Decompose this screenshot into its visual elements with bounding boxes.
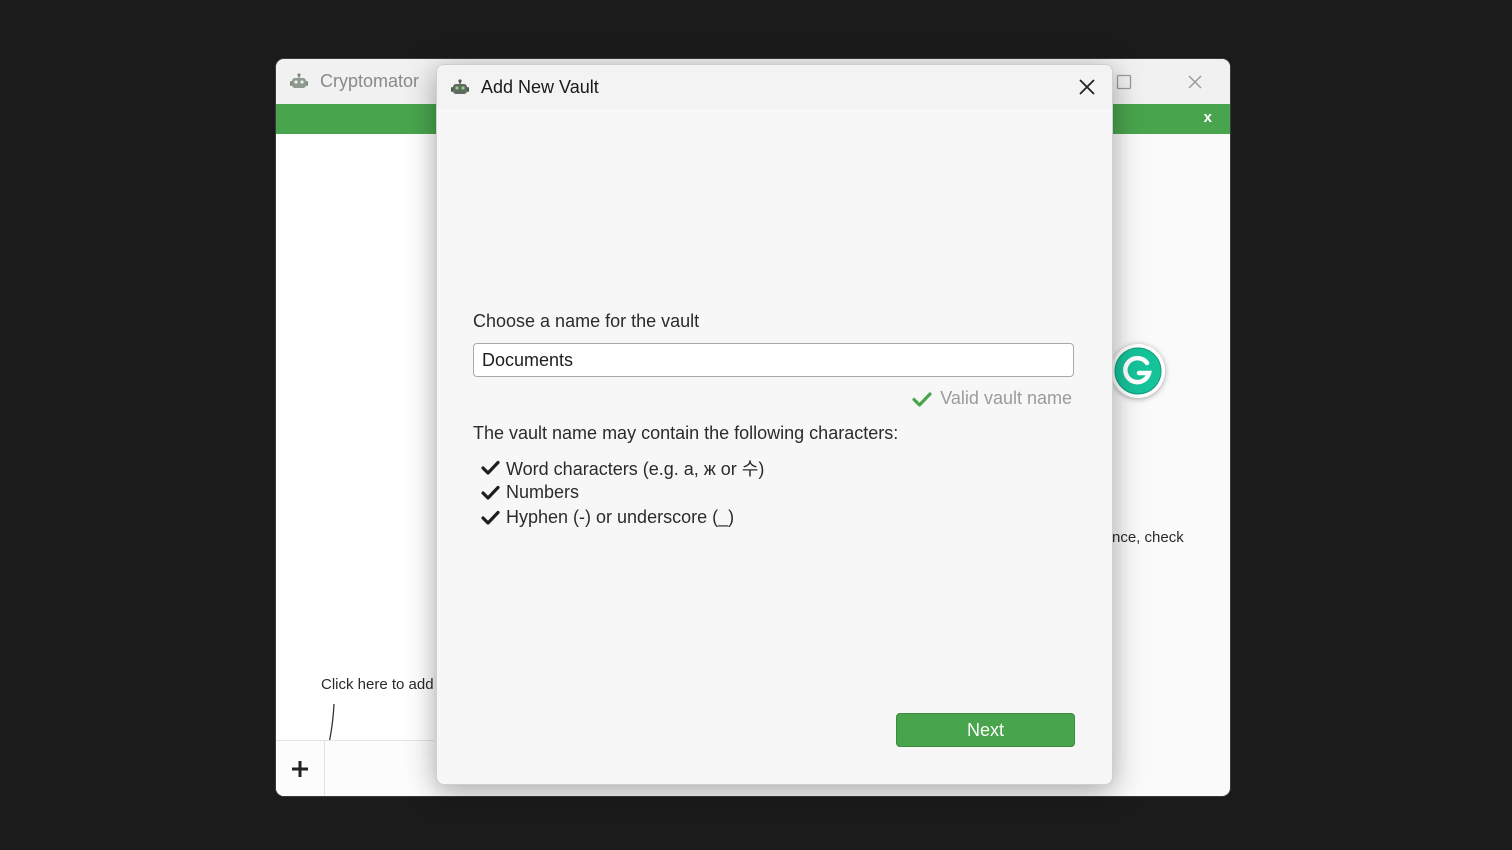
validation-text: Valid vault name [940, 388, 1072, 408]
next-button[interactable]: Next [896, 713, 1075, 747]
dialog-close-button[interactable] [1072, 72, 1102, 102]
sidebar-toolbar [276, 740, 434, 796]
banner-close-button[interactable]: x [1204, 109, 1212, 126]
check-icon [481, 485, 500, 500]
add-vault-button[interactable] [276, 741, 325, 796]
rules-intro: The vault name may contain the following… [473, 423, 899, 443]
grammarly-button[interactable] [1111, 344, 1165, 398]
close-icon [1188, 75, 1202, 89]
rule-text: Word characters (e.g. a, ж or 수) [506, 458, 765, 479]
main-close-button[interactable] [1180, 67, 1210, 97]
vault-name-input[interactable] [473, 343, 1074, 377]
vault-name-label: Choose a name for the vault [473, 311, 700, 331]
grammarly-icon [1114, 347, 1162, 395]
add-vault-dialog: Add New Vault Choose a name for the vaul… [436, 64, 1113, 785]
welcome-text-fragment: nce, check [1112, 529, 1184, 546]
add-vault-hint: Click here to add [321, 676, 434, 693]
rule-text: Hyphen (-) or underscore (_) [506, 507, 735, 527]
plus-icon [292, 760, 308, 777]
maximize-icon [1116, 74, 1132, 90]
cryptomator-robot-icon [290, 73, 308, 88]
maximize-button[interactable] [1109, 67, 1139, 97]
check-icon [481, 460, 500, 475]
dialog-titlebar: Add New Vault [437, 65, 1112, 109]
rule-text: Numbers [506, 482, 580, 502]
list-item: Hyphen (-) or underscore (_) [481, 505, 764, 530]
cryptomator-robot-icon [451, 79, 469, 94]
close-icon [1079, 79, 1095, 95]
dialog-title: Add New Vault [481, 77, 599, 97]
vault-sidebar: Click here to add [276, 134, 434, 796]
validation-status: Valid vault name [912, 388, 1072, 409]
list-item: Numbers [481, 480, 764, 505]
main-window-title: Cryptomator [320, 71, 420, 91]
check-icon [912, 391, 932, 407]
check-icon [481, 510, 500, 525]
rules-list: Word characters (e.g. a, ж or 수) Numbers… [481, 455, 764, 530]
list-item: Word characters (e.g. a, ж or 수) [481, 455, 764, 480]
